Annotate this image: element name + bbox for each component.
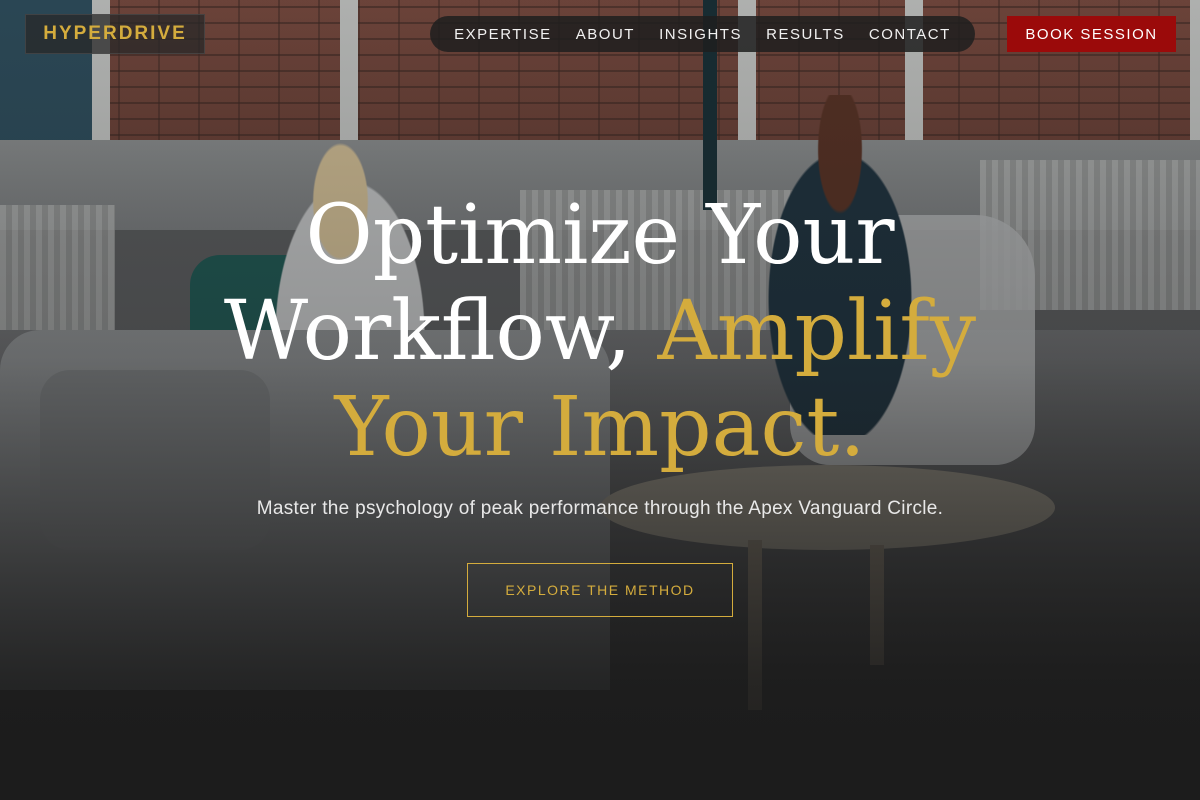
brand-logo-text: HYPERDRIVE <box>43 23 187 44</box>
nav-item-results[interactable]: RESULTS <box>766 26 845 43</box>
nav-item-contact[interactable]: CONTACT <box>869 26 951 43</box>
nav-item-about[interactable]: ABOUT <box>576 26 635 43</box>
headline-line-1: Optimize Your <box>305 188 895 283</box>
nav-item-expertise[interactable]: EXPERTISE <box>454 26 551 43</box>
brand-logo[interactable]: HYPERDRIVE <box>25 14 205 54</box>
hero-headline: Optimize Your Workflow, Amplify Your Imp… <box>0 188 1200 476</box>
book-session-button[interactable]: BOOK SESSION <box>1007 16 1176 52</box>
explore-method-button[interactable]: EXPLORE THE METHOD <box>467 563 733 617</box>
nav-item-insights[interactable]: INSIGHTS <box>659 26 742 43</box>
headline-line-2-gold: Amplify <box>657 284 977 379</box>
headline-line-2-white: Workflow, <box>223 284 632 379</box>
main-nav: EXPERTISE ABOUT INSIGHTS RESULTS CONTACT <box>430 16 975 52</box>
headline-line-3-gold: Your Impact. <box>334 380 866 475</box>
hero-subtitle: Master the psychology of peak performanc… <box>256 498 944 519</box>
